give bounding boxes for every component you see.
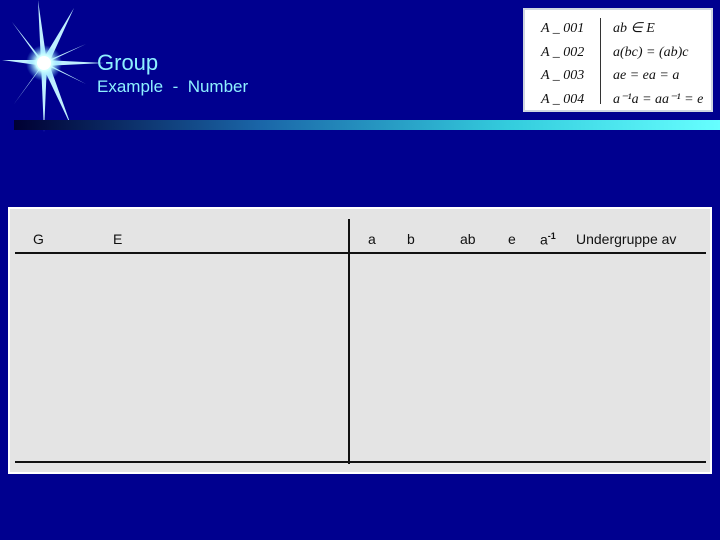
col-header-g: G (33, 231, 44, 247)
col-header-e: e (508, 231, 516, 247)
axiom-id: A _ 001 (541, 21, 585, 36)
col-header-ab: ab (460, 231, 476, 247)
axiom-formula: a⁻¹a = aa⁻¹ = e (613, 91, 704, 107)
axiom-formula: ae = ea = a (613, 68, 680, 83)
group-axioms-box: A _ 001 A _ 002 A _ 003 A _ 004 ab ∈ E a… (523, 8, 713, 112)
axiom-divider (600, 18, 601, 104)
bottom-divider (15, 461, 706, 463)
a-inverse-exponent: -1 (547, 231, 556, 241)
slide-title: Group (97, 50, 159, 75)
col-header-a: a (368, 231, 376, 247)
axiom-formula: a(bc) = (ab)c (613, 44, 689, 60)
axiom-id: A _ 002 (541, 44, 585, 60)
title-underline-bar (14, 120, 720, 130)
col-header-e-set: E (113, 231, 123, 247)
axiom-id: A _ 003 (541, 68, 585, 83)
axiom-id: A _ 004 (541, 91, 585, 107)
axiom-formula: ab ∈ E (613, 21, 655, 36)
a-inverse-base: a (540, 231, 548, 248)
col-header-a-inverse: a-1 (540, 231, 556, 248)
axiom-ids: A _ 001 A _ 002 A _ 003 A _ 004 (541, 19, 584, 113)
starburst-icon (2, 0, 104, 132)
slide-subtitle: Example - Number (97, 77, 249, 96)
axiom-formulas: ab ∈ E a(bc) = (ab)c ae = ea = a a⁻¹a = … (613, 19, 703, 113)
col-header-b: b (407, 231, 415, 247)
col-header-subgroup: Undergruppe av (576, 231, 677, 247)
group-table: G E a b ab e a-1 Undergruppe av (8, 207, 712, 474)
header-divider (15, 252, 706, 254)
column-divider (348, 219, 350, 464)
